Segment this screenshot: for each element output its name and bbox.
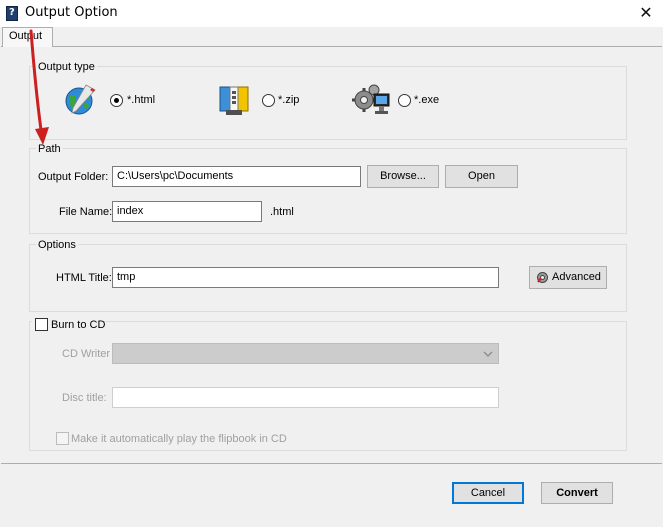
autoplay-label: Make it automatically play the flipbook … — [71, 433, 287, 445]
zip-radio-label[interactable]: *.zip — [278, 94, 299, 106]
convert-button[interactable]: Convert — [541, 482, 613, 504]
globe-icon — [62, 83, 98, 117]
burn-group — [29, 321, 627, 451]
browse-button[interactable]: Browse... — [367, 165, 439, 188]
file-extension-label: .html — [270, 206, 294, 218]
advanced-button[interactable]: Advanced — [529, 266, 607, 289]
zip-archive-icon — [217, 83, 251, 117]
close-button[interactable]: ✕ — [634, 2, 658, 24]
cd-writer-label: CD Writer — [62, 348, 111, 360]
open-button[interactable]: Open — [445, 165, 518, 188]
burn-to-cd-checkbox[interactable] — [35, 318, 48, 331]
zip-radio[interactable] — [262, 94, 275, 107]
options-legend: Options — [36, 239, 78, 251]
output-folder-field[interactable]: C:\Users\pc\Documents — [112, 166, 361, 187]
html-title-field[interactable]: tmp — [112, 267, 499, 288]
html-radio-label[interactable]: *.html — [127, 94, 155, 106]
computer-gears-icon — [352, 82, 392, 118]
gear-icon — [535, 270, 550, 285]
cancel-button[interactable]: Cancel — [452, 482, 524, 504]
advanced-button-label: Advanced — [552, 271, 601, 283]
exe-radio-label[interactable]: *.exe — [414, 94, 439, 106]
disc-title-field[interactable] — [112, 387, 499, 408]
disc-title-label: Disc title: — [62, 392, 107, 404]
chevron-down-icon — [483, 349, 493, 361]
file-name-field[interactable]: index — [112, 201, 262, 222]
cd-writer-select[interactable] — [112, 343, 499, 364]
help-book-icon — [6, 6, 18, 21]
output-folder-label: Output Folder: — [38, 171, 109, 183]
red-arrow-annotation — [24, 29, 54, 149]
file-name-label: File Name: — [59, 206, 113, 218]
html-title-label: HTML Title: — [56, 272, 112, 284]
html-radio[interactable] — [110, 94, 123, 107]
burn-to-cd-label[interactable]: Burn to CD — [51, 319, 105, 331]
window-title: Output Option — [25, 5, 118, 20]
exe-radio[interactable] — [398, 94, 411, 107]
autoplay-checkbox[interactable] — [56, 432, 69, 445]
